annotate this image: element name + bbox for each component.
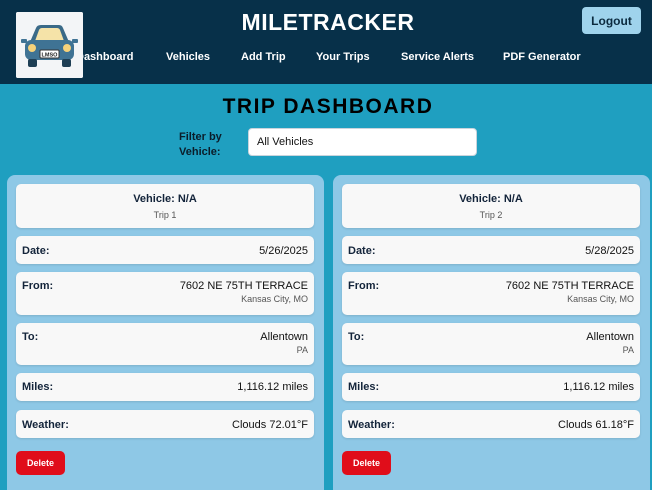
nav-your-trips[interactable]: Your Trips	[316, 51, 370, 63]
vehicle-header: Vehicle: N/A Trip 2	[342, 184, 640, 228]
to-state: PA	[296, 345, 308, 355]
from-city: Kansas City, MO	[241, 294, 308, 304]
nav-vehicles[interactable]: Vehicles	[166, 51, 210, 63]
from-address: 7602 NE 75TH TERRACE	[179, 280, 308, 292]
from-city: Kansas City, MO	[567, 294, 634, 304]
car-logo-icon[interactable]: LMSO	[16, 12, 83, 78]
weather-value: Clouds 61.18°F	[558, 419, 634, 431]
to-city: Allentown	[260, 331, 308, 343]
from-row: From: 7602 NE 75TH TERRACE Kansas City, …	[342, 272, 640, 315]
nav-add-trip[interactable]: Add Trip	[241, 51, 286, 63]
nav-dashboard[interactable]: Dashboard	[76, 51, 133, 63]
date-row: Date: 5/26/2025	[16, 236, 314, 264]
top-header: LMSO MILETRACKER Logout Dashboard Vehicl…	[0, 0, 652, 84]
to-label: To:	[348, 331, 365, 343]
miles-label: Miles:	[22, 381, 54, 393]
vehicle-name: Vehicle: N/A	[133, 193, 197, 205]
miles-row: Miles: 1,116.12 miles	[16, 373, 314, 401]
delete-trip-button[interactable]: Delete	[342, 451, 391, 475]
from-label: From:	[22, 280, 54, 292]
logo-plate: LMSO	[42, 53, 59, 59]
site-title: MILETRACKER	[241, 9, 415, 35]
main-nav: Dashboard Vehicles Add Trip Your Trips S…	[0, 51, 652, 65]
to-label: To:	[22, 331, 39, 343]
vehicle-header: Vehicle: N/A Trip 1	[16, 184, 314, 228]
vehicle-name: Vehicle: N/A	[459, 193, 523, 205]
nav-pdf-generator[interactable]: PDF Generator	[503, 51, 581, 63]
trip-number: Trip 2	[479, 210, 503, 220]
weather-label: Weather:	[22, 419, 69, 431]
date-row: Date: 5/28/2025	[342, 236, 640, 264]
to-city: Allentown	[586, 331, 634, 343]
to-row: To: Allentown PA	[16, 323, 314, 365]
nav-service-alerts[interactable]: Service Alerts	[401, 51, 474, 63]
weather-label: Weather:	[348, 419, 395, 431]
from-row: From: 7602 NE 75TH TERRACE Kansas City, …	[16, 272, 314, 315]
weather-row: Weather: Clouds 61.18°F	[342, 410, 640, 438]
delete-trip-button[interactable]: Delete	[16, 451, 65, 475]
page-title: TRIP DASHBOARD	[222, 95, 434, 118]
from-address: 7602 NE 75TH TERRACE	[505, 280, 634, 292]
logout-button[interactable]: Logout	[582, 7, 641, 34]
trip-number: Trip 1	[153, 210, 177, 220]
trip-card: Vehicle: N/A Trip 1 Date: 5/26/2025 From…	[7, 175, 324, 490]
date-label: Date:	[348, 245, 376, 257]
miles-label: Miles:	[348, 381, 380, 393]
miles-value: 1,116.12 miles	[237, 381, 308, 393]
filter-label: Filter by Vehicle:	[179, 131, 222, 158]
date-value: 5/28/2025	[585, 245, 634, 257]
vehicle-filter-select[interactable]: All Vehicles	[248, 128, 477, 156]
to-state: PA	[622, 345, 634, 355]
vehicle-filter-value: All Vehicles	[257, 136, 314, 148]
from-label: From:	[348, 280, 380, 292]
miles-row: Miles: 1,116.12 miles	[342, 373, 640, 401]
weather-row: Weather: Clouds 72.01°F	[16, 410, 314, 438]
date-label: Date:	[22, 245, 50, 257]
miles-value: 1,116.12 miles	[563, 381, 634, 393]
date-value: 5/26/2025	[259, 245, 308, 257]
weather-value: Clouds 72.01°F	[232, 419, 308, 431]
trip-card: Vehicle: N/A Trip 2 Date: 5/28/2025 From…	[333, 175, 650, 490]
to-row: To: Allentown PA	[342, 323, 640, 365]
